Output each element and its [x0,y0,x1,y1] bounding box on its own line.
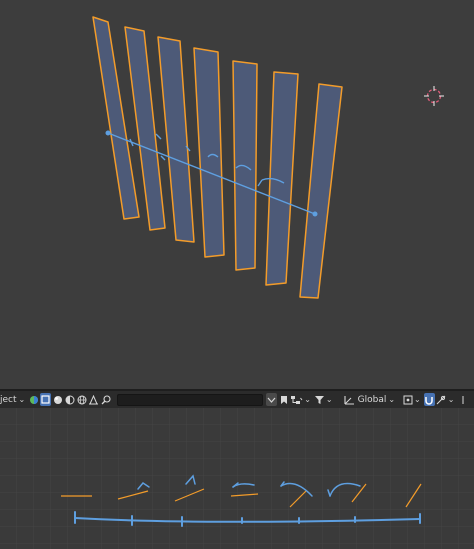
orientation-dropdown-label[interactable]: Global [358,395,387,405]
hierarchy-icon[interactable] [290,393,303,406]
chevron-down-icon[interactable]: ⌄ [19,395,26,404]
mesh-icon[interactable] [40,393,52,406]
selected-planes[interactable] [92,16,343,299]
material-icon[interactable] [52,393,63,406]
world-icon[interactable] [76,393,87,406]
bookmark-icon[interactable] [278,393,289,406]
pivot-icon[interactable] [402,393,413,406]
proportional-icon[interactable] [457,393,468,406]
search-input[interactable] [117,393,264,406]
mode-dropdown-label[interactable]: ject [0,395,17,405]
snap-icon[interactable] [423,393,435,406]
viewport-canvas[interactable] [0,0,474,389]
chevron-down-icon[interactable]: ⌄ [326,395,333,404]
editor-canvas[interactable] [0,408,474,549]
3d-viewport[interactable] [0,0,474,389]
grid [0,408,474,549]
3d-cursor-icon [424,86,444,106]
chevron-down-icon[interactable]: ⌄ [414,395,421,404]
chevron-down-icon[interactable]: ⌄ [448,395,455,404]
shading-icon[interactable] [64,393,75,406]
chevron-down-icon[interactable]: ⌄ [304,395,311,404]
filter-icon[interactable] [314,393,325,406]
transform-icon[interactable] [344,393,355,406]
search-icon[interactable] [100,393,111,406]
editor-header: ject ⌄ ⌄ ⌄ Global ⌄ ⌄ ⌄ [0,391,474,408]
plane-7[interactable] [299,83,343,299]
plane-4[interactable] [193,47,225,258]
graph-editor[interactable] [0,408,474,549]
chevron-down-icon[interactable]: ⌄ [388,395,395,404]
proportional-icon[interactable] [436,393,447,406]
object-icon[interactable] [88,393,99,406]
chevron-down-icon[interactable] [266,393,278,406]
render-icon[interactable] [28,393,39,406]
